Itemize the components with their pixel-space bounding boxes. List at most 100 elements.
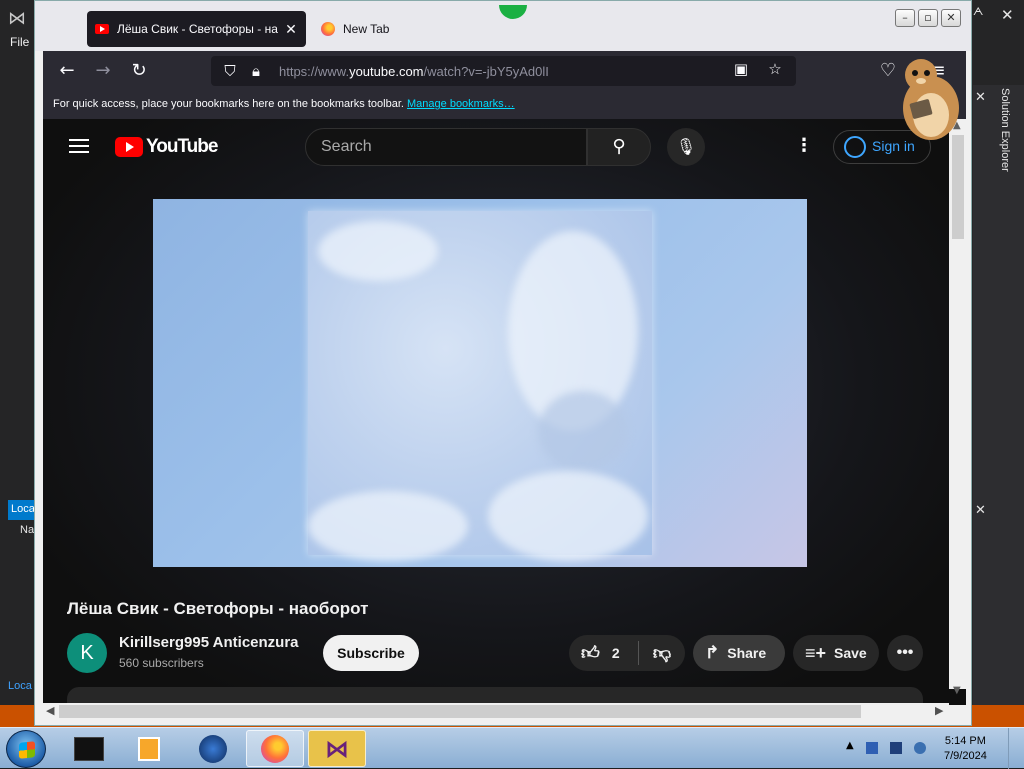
solution-explorer-tab[interactable]: Solution Explorer [999, 88, 1011, 172]
media-player-icon [138, 737, 160, 761]
show-desktop-button[interactable] [1008, 728, 1024, 769]
panel-close-icon[interactable]: ✕ [975, 89, 986, 105]
window-controls: – ▫ ✕ [895, 9, 961, 27]
playlist-add-icon: ≡+ [805, 643, 826, 664]
search-icon: ⚲ [612, 136, 625, 157]
scrollbar-thumb[interactable] [952, 135, 964, 239]
share-button[interactable]: ↱ Share [693, 635, 785, 671]
minimize-button[interactable]: – [895, 9, 915, 27]
cloud-shape [538, 391, 628, 471]
visual-studio-logo-icon: ⋈ [8, 8, 32, 30]
subscriber-count: 560 subscribers [119, 656, 204, 670]
scroll-right-arrow-icon[interactable]: ▶ [935, 704, 943, 717]
share-arrow-icon: ↱ [705, 643, 719, 663]
video-title: Лёша Свик - Светофоры - наоборот [67, 599, 368, 619]
tray-volume-icon[interactable] [914, 742, 926, 754]
taskbar-visual-studio[interactable]: ⋈ [308, 730, 366, 767]
bookmark-star-icon[interactable]: ☆ [762, 60, 788, 78]
hamburger-menu-icon[interactable] [69, 139, 89, 153]
show-hidden-icons-arrow[interactable]: ▲ [846, 740, 854, 751]
taskbar-firefox[interactable] [246, 730, 304, 767]
voice-search-button[interactable]: 🎙︎ [667, 128, 705, 166]
system-clock[interactable]: 5:14 PM 7/9/2024 [944, 734, 987, 764]
tab-title: New Tab [343, 22, 513, 36]
horizontal-scrollbar-thumb[interactable] [59, 705, 861, 718]
tray-network-icon[interactable] [890, 742, 902, 754]
vs-pin-icon[interactable]: ᗅ [973, 6, 983, 19]
windows-taskbar: ⋈ ▲ 5:14 PM 7/9/2024 [0, 727, 1024, 768]
vertical-scrollbar[interactable]: ▲ ▼ [949, 119, 966, 689]
clock-date: 7/9/2024 [944, 749, 987, 764]
hamster-mascot-icon [891, 53, 967, 143]
save-label: Save [834, 645, 867, 661]
dislike-button[interactable]: 👎︎ [639, 642, 685, 664]
manage-bookmarks-link[interactable]: Manage bookmarks… [407, 98, 515, 110]
youtube-play-icon [115, 137, 143, 157]
channel-name[interactable]: Kirillserg995 Anticenzura [119, 634, 299, 651]
share-label: Share [727, 645, 766, 661]
more-dots-icon: ••• [897, 644, 914, 662]
search-button[interactable]: ⚲ [587, 128, 651, 166]
horizontal-scrollbar[interactable]: ◀ ▶ [43, 703, 949, 719]
bookmarks-hint: For quick access, place your bookmarks h… [53, 98, 404, 110]
microphone-icon: 🎙︎ [676, 137, 696, 156]
firefox-favicon-icon [321, 22, 335, 36]
back-arrow-icon[interactable]: ← [49, 53, 85, 89]
name-column-header: Na [20, 524, 34, 536]
scroll-down-arrow-icon[interactable]: ▼ [953, 685, 961, 696]
bookmarks-toolbar: For quick access, place your bookmarks h… [43, 91, 966, 119]
url-text[interactable]: https://www.youtube.com/watch?v=-jbY5yAd… [279, 64, 549, 79]
globe-icon [199, 735, 227, 763]
start-button[interactable] [6, 730, 46, 768]
taskbar-terminal[interactable] [60, 730, 118, 767]
cloud-shape [318, 221, 438, 281]
url-bar[interactable]: ⛉ 🔒︎ https://www.youtube.com/watch?v=-jb… [211, 56, 796, 86]
panel-close-icon-2[interactable]: ✕ [975, 502, 986, 518]
firefox-window: Лёша Свик - Светофоры - наоборот ✕ New T… [34, 0, 972, 726]
firefox-icon [261, 735, 289, 763]
channel-avatar[interactable]: K [67, 633, 107, 673]
reader-view-icon[interactable]: ▣ [728, 60, 754, 78]
subscribe-button[interactable]: Subscribe [323, 635, 419, 671]
vs-close-icon[interactable]: ✕ [1001, 6, 1014, 24]
like-count: 2 [612, 645, 620, 661]
clock-time: 5:14 PM [944, 734, 987, 749]
more-actions-button[interactable]: ••• [887, 635, 923, 671]
navigation-toolbar: ← → ↻ ⛉ 🔒︎ https://www.youtube.com/watch… [43, 51, 966, 91]
youtube-favicon-icon [95, 24, 109, 34]
youtube-page: YouTube Search ⚲ 🎙︎ ⋮ Sign in Лёша Свик … [43, 119, 966, 705]
close-window-button[interactable]: ✕ [941, 9, 961, 27]
youtube-header: YouTube Search ⚲ 🎙︎ ⋮ Sign in [43, 119, 943, 175]
settings-kebab-icon[interactable]: ⋮ [795, 135, 813, 156]
reload-icon[interactable]: ↻ [121, 53, 157, 89]
windows-flag-icon [19, 741, 35, 759]
cloud-shape [488, 471, 648, 561]
taskbar-media-player[interactable] [120, 730, 178, 767]
tab-youtube[interactable]: Лёша Свик - Светофоры - наоборот ✕ [87, 11, 306, 47]
like-button[interactable]: 👍︎ 2 [569, 641, 639, 665]
tray-app-icon[interactable] [866, 742, 878, 754]
tab-close-icon[interactable]: ✕ [284, 21, 298, 38]
tab-new-tab[interactable]: New Tab [317, 11, 517, 47]
video-player[interactable] [153, 199, 807, 567]
vs-menu-file[interactable]: File [10, 35, 29, 49]
solution-explorer-panel [973, 85, 1024, 705]
tab-strip: Лёша Свик - Светофоры - наоборот ✕ New T… [35, 1, 971, 51]
tab-title: Лёша Свик - Светофоры - наоборот [117, 22, 278, 36]
thumbs-down-icon: 👎︎ [653, 643, 671, 663]
forward-arrow-icon[interactable]: → [85, 53, 121, 89]
tracking-shield-icon[interactable]: ⛉ [217, 62, 243, 80]
terminal-icon [74, 737, 104, 761]
maximize-button[interactable]: ▫ [918, 9, 938, 27]
taskbar-network[interactable] [184, 730, 242, 767]
lock-icon[interactable]: 🔒︎ [243, 62, 269, 80]
thumbs-up-icon: 👍︎ [581, 642, 600, 664]
account-icon [844, 136, 866, 158]
visual-studio-icon: ⋈ [325, 735, 349, 763]
youtube-logo[interactable]: YouTube [115, 136, 217, 158]
search-input[interactable]: Search [305, 128, 587, 166]
scroll-left-arrow-icon[interactable]: ◀ [46, 704, 54, 717]
locals-tab-bottom[interactable]: Loca [8, 680, 32, 692]
like-dislike-group: 👍︎ 2 👎︎ [569, 635, 685, 671]
save-button[interactable]: ≡+ Save [793, 635, 879, 671]
